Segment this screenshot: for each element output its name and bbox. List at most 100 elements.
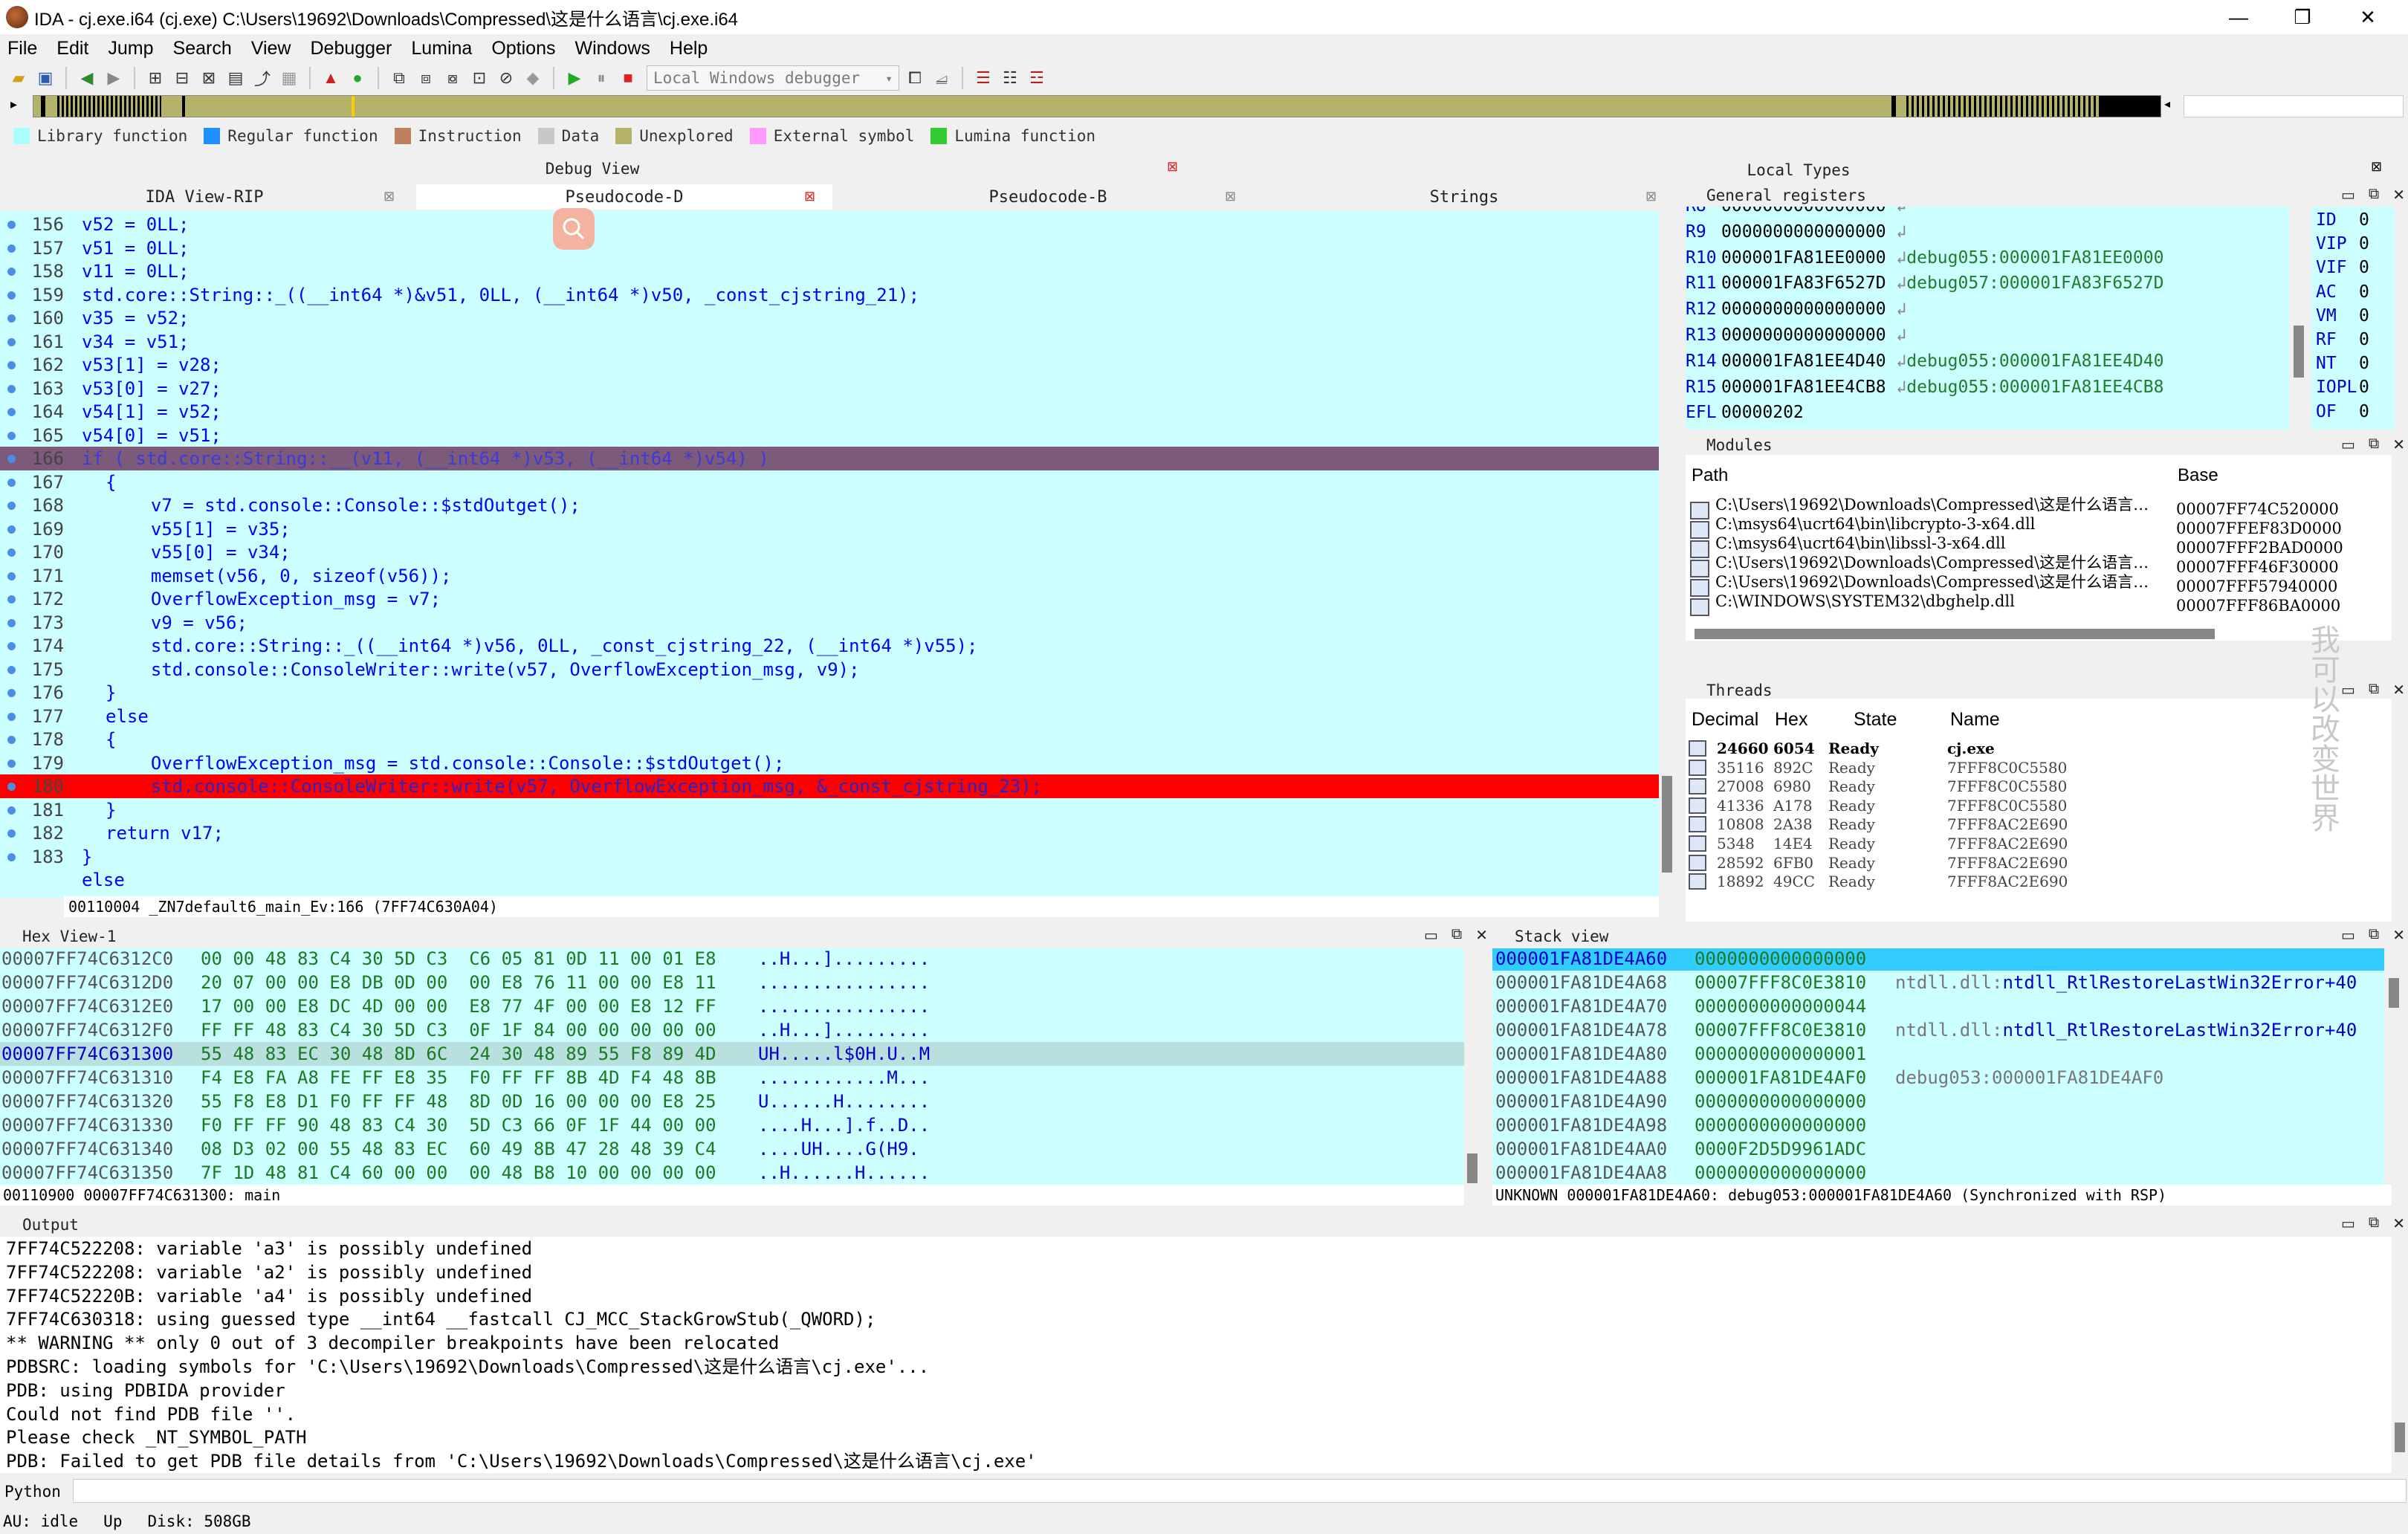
hex-row[interactable]: 00007FF74C631310 F4 E8 FA A8 FE FF E8 35 … (0, 1066, 1464, 1090)
flag-row[interactable]: VM 0 (2316, 304, 2369, 328)
close-icon[interactable]: ⊠ (804, 189, 815, 204)
thread-state[interactable]: Ready (1828, 815, 1875, 834)
register-row[interactable]: R12 0000000000000000 ↲ (1686, 297, 1906, 322)
jump-arrow-icon[interactable]: ↲ (1886, 222, 1906, 242)
watch-icon[interactable]: ☲ (1026, 67, 1048, 89)
flag-value[interactable]: 0 (2359, 234, 2369, 253)
minimize-icon[interactable]: ▭ (2341, 1214, 2355, 1233)
hex-view-icon[interactable]: ⊟ (171, 67, 193, 89)
thread-hex[interactable]: 49CC (1773, 872, 1815, 891)
hex-row[interactable]: 00007FF74C6312F0 FF FF 48 83 C4 30 5D C3 … (0, 1018, 1464, 1042)
register-row[interactable]: R80000000000000000 ↲ (1686, 207, 1906, 219)
breakpoint-dot-icon[interactable] (7, 221, 16, 229)
search-overlay-button[interactable] (553, 208, 595, 250)
thread-dec[interactable]: 35116 (1717, 758, 1764, 777)
jump-arrow-icon[interactable]: ↲ (1886, 274, 1906, 293)
stop-icon[interactable]: ■ (617, 67, 639, 89)
flag-value[interactable]: 0 (2359, 282, 2369, 302)
maximize-button[interactable]: ❐ (2268, 0, 2337, 34)
hex-row[interactable]: 00007FF74C631320 55 F8 E8 D1 F0 FF FF 48 … (0, 1090, 1464, 1113)
breakpoint-dot-icon[interactable] (7, 736, 16, 744)
thread-state[interactable]: Ready (1828, 853, 1875, 873)
breakpoint-dot-icon[interactable] (7, 525, 16, 534)
stack-row[interactable]: 000001FA81DE4A80 0000000000000001 (1492, 1042, 2384, 1066)
flag-row[interactable]: NT 0 (2316, 352, 2369, 375)
thread-name[interactable]: 7FFF8C0C5580 (1947, 796, 2067, 815)
thread-dec[interactable]: 27008 (1717, 777, 1764, 796)
stack-row[interactable]: 000001FA81DE4A60 0000000000000000 (1492, 948, 2384, 971)
menu-options[interactable]: Options (490, 36, 557, 61)
breakpoint-dot-icon[interactable] (7, 502, 16, 510)
hex-row[interactable]: 00007FF74C6312E0 17 00 00 E8 DC 4D 00 00 … (0, 994, 1464, 1018)
thread-state[interactable]: Ready (1828, 834, 1875, 853)
flag-row[interactable]: VIF 0 (2316, 256, 2369, 279)
code-line[interactable]: 159 std.core::String::_((__int64 *)&v51, … (0, 283, 1659, 307)
code-line[interactable]: 175 std.console::ConsoleWriter::write(v5… (0, 658, 1659, 682)
breakpoint-dot-icon[interactable] (7, 642, 16, 650)
code-line[interactable]: 156 v52 = 0LL; (0, 213, 1659, 236)
stack-function[interactable]: ntdll_RtlRestoreLastWin32Error+40 (2003, 1020, 2357, 1041)
jump-arrow-icon[interactable]: ↲ (1886, 248, 1906, 268)
minimize-icon[interactable]: ▭ (2341, 186, 2355, 204)
register-row[interactable]: R14 000001FA81EE4D40 ↲debug055:000001FA81… (1686, 349, 2163, 374)
stack-row[interactable]: 000001FA81DE4AA0 0000F2D5D9961ADC (1492, 1137, 2384, 1161)
close-icon[interactable]: ✕ (2392, 681, 2405, 699)
menu-help[interactable]: Help (668, 36, 709, 61)
stack-comment[interactable]: debug053:000001FA81DE4AF0 (1895, 1066, 2163, 1090)
breakpoint-dot-icon[interactable] (7, 618, 16, 627)
jump-arrow-icon[interactable]: ↲ (1886, 378, 1906, 397)
hex-row[interactable]: 00007FF74C6312D0 20 07 00 00 E8 DB 0D 00 … (0, 971, 1464, 994)
stack-value[interactable]: 0000000000000000 (1695, 1090, 1866, 1113)
register-row[interactable]: R15 000001FA81EE4CB8 ↲debug055:000001FA81… (1686, 375, 2163, 400)
column-header[interactable]: State (1854, 709, 1897, 731)
code-scrollbar[interactable] (1659, 211, 1675, 917)
hex-row[interactable]: 00007FF74C6312C0 00 00 48 83 C4 30 5D C3 … (0, 948, 1464, 971)
threads-list[interactable]: Decimal Hex State Name 24660 6054 Ready cj.exe 3… (1686, 699, 2392, 922)
pseudocode-view[interactable]: 156 v52 = 0LL; 157 v51 = 0LL; 158 v11 = 0LL; 1… (0, 211, 1659, 898)
stack-value[interactable]: 0000000000000000 (1695, 948, 1866, 971)
code-line[interactable]: 182 return v17; (0, 821, 1659, 845)
hex-ascii[interactable]: UH.....l$0H.U..M (758, 1042, 930, 1066)
code-line[interactable]: 174 std.core::String::_((__int64 *)v56, … (0, 634, 1659, 658)
breakpoint-dot-icon[interactable] (7, 268, 16, 276)
thread-name[interactable]: 7FFF8C0C5580 (1947, 777, 2067, 796)
thread-dec[interactable]: 10808 (1717, 815, 1764, 834)
attach-icon[interactable]: ⧠ (904, 67, 926, 89)
register-value[interactable]: 0000000000000000 (1721, 300, 1886, 319)
menu-windows[interactable]: Windows (573, 36, 651, 61)
hex-ascii[interactable]: ................ (758, 971, 930, 994)
thread-dec[interactable]: 28592 (1717, 853, 1764, 873)
diamond-icon[interactable]: ◆ (522, 67, 544, 89)
code-line[interactable]: 170 v55[0] = v34; (0, 540, 1659, 564)
thread-hex[interactable]: 892C (1773, 758, 1813, 777)
flag-value[interactable]: 0 (2359, 306, 2369, 326)
nav-left-icon[interactable]: ▸ (10, 97, 28, 116)
hex-ascii[interactable]: ..H...]......... (758, 948, 930, 971)
thread-hex[interactable]: 6FB0 (1773, 853, 1813, 873)
stack-value[interactable]: 00007FFF8C0E3810 (1695, 1018, 1866, 1042)
hex-row[interactable]: 00007FF74C631350 7F 1D 48 81 C4 60 00 00 … (0, 1161, 1464, 1185)
stack-function[interactable]: ntdll_RtlRestoreLastWin32Error+40 (2003, 972, 2357, 993)
code-line[interactable]: 167 { (0, 470, 1659, 494)
code-line[interactable]: 172 OverflowException_msg = v7; (0, 587, 1659, 611)
code-line[interactable]: 183} (0, 845, 1659, 869)
string-icon[interactable]: ⧇ (441, 67, 464, 89)
close-icon[interactable]: ✕ (2392, 186, 2405, 204)
code-line[interactable]: 157 v51 = 0LL; (0, 236, 1659, 260)
jump-arrow-icon[interactable]: ↲ (1886, 207, 1906, 216)
register-value[interactable]: 000001FA81EE4D40 (1721, 352, 1886, 371)
hex-ascii[interactable]: ................ (758, 994, 930, 1018)
code-line[interactable]: 177 else (0, 705, 1659, 728)
thread-name[interactable]: 7FFF8AC2E690 (1947, 872, 2068, 891)
close-icon[interactable]: ⊠ (1167, 159, 1178, 175)
scrollbar-thumb[interactable] (2395, 1423, 2405, 1452)
code-line[interactable]: 164 v54[1] = v52; (0, 400, 1659, 424)
output-log[interactable]: 7FF74C522208: variable 'a3' is possibly … (0, 1237, 2392, 1473)
stack-value[interactable]: 0000000000000000 (1695, 1113, 1866, 1137)
stack-comment[interactable]: ntdll.dll:ntdll_RtlRestoreLastWin32Error… (1895, 1018, 2357, 1042)
menu-debugger[interactable]: Debugger (309, 36, 394, 61)
save-icon[interactable]: ▣ (34, 67, 56, 89)
stack-scrollbar[interactable] (2386, 948, 2402, 1185)
close-icon[interactable]: ⊠ (1645, 189, 1657, 204)
stack-row[interactable]: 000001FA81DE4A98 0000000000000000 (1492, 1113, 2384, 1137)
